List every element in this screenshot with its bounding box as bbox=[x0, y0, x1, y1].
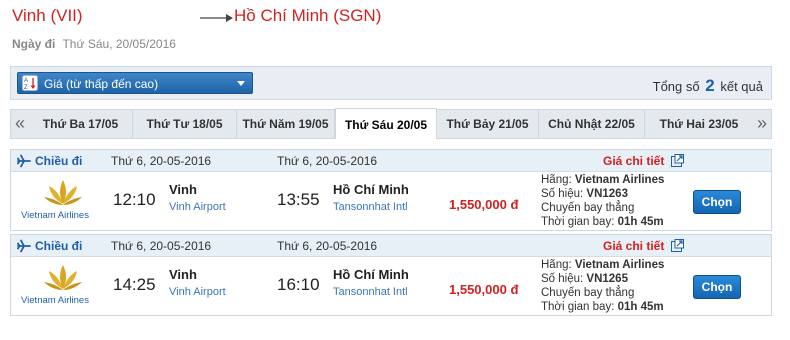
sort-bar: A Z Giá (từ thấp đến cao) Tổng số 2 kết … bbox=[10, 66, 772, 100]
tab-date-2105[interactable]: Thứ Bảy 21/05 bbox=[437, 110, 539, 138]
flight-result: Chiều đi Thứ 6, 20-05-2016 Thứ 6, 20-05-… bbox=[10, 149, 772, 231]
date-tabs: « Thứ Ba 17/05 Thứ Tư 18/05 Thứ Năm 19/0… bbox=[10, 108, 772, 139]
right-arrow-icon bbox=[200, 14, 233, 22]
flight-header: Chiều đi Thứ 6, 20-05-2016 Thứ 6, 20-05-… bbox=[11, 150, 771, 172]
arrive-time: 16:10 bbox=[277, 275, 320, 294]
tab-date-2005[interactable]: Thứ Sáu 20/05 bbox=[335, 108, 437, 139]
chevron-down-icon bbox=[237, 81, 245, 86]
sort-dropdown[interactable]: A Z Giá (từ thấp đến cao) bbox=[17, 72, 253, 94]
duration-label: Thời gian bay: bbox=[541, 301, 615, 313]
duration-value: 01h 45m bbox=[617, 216, 664, 228]
flight-header: Chiều đi Thứ 6, 20-05-2016 Thứ 6, 20-05-… bbox=[11, 235, 771, 257]
depart-date: Thứ 6, 20-05-2016 bbox=[111, 239, 212, 253]
sort-az-icon: A Z bbox=[22, 75, 38, 91]
svg-text:A: A bbox=[24, 78, 28, 84]
flight-number-label: Số hiệu: bbox=[541, 273, 584, 285]
fare-price: 1,550,000 đ bbox=[449, 197, 519, 212]
leg-label: Chiều đi bbox=[35, 239, 83, 253]
plane-icon bbox=[17, 239, 31, 253]
fare-price: 1,550,000 đ bbox=[449, 282, 519, 297]
airline-logo: Vietnam Airlines bbox=[21, 178, 105, 222]
flight-result: Chiều đi Thứ 6, 20-05-2016 Thứ 6, 20-05-… bbox=[10, 234, 772, 316]
duration-info: Thời gian bay: 01h 45m bbox=[541, 216, 664, 228]
tab-date-2305[interactable]: Thứ Hai 23/05 bbox=[645, 110, 753, 138]
tab-date-2205[interactable]: Chủ Nhật 22/05 bbox=[539, 110, 645, 138]
arrive-date: Thứ 6, 20-05-2016 bbox=[277, 239, 378, 253]
tab-date-1905[interactable]: Thứ Năm 19/05 bbox=[237, 110, 335, 138]
carrier-label: Hãng: bbox=[541, 174, 572, 186]
plane-icon bbox=[17, 154, 31, 168]
route-type: Chuyến bay thẳng bbox=[541, 287, 635, 299]
duration-info: Thời gian bay: 01h 45m bbox=[541, 301, 664, 313]
depart-airport[interactable]: Vinh Airport bbox=[169, 286, 226, 298]
flight-number-label: Số hiệu: bbox=[541, 188, 584, 200]
carrier-label: Hãng: bbox=[541, 259, 572, 271]
departure-date-line: Ngày đi Thứ Sáu, 20/05/2016 bbox=[12, 37, 176, 51]
arrive-date: Thứ 6, 20-05-2016 bbox=[277, 154, 378, 168]
duration-value: 01h 45m bbox=[617, 301, 664, 313]
external-link-icon[interactable] bbox=[671, 154, 684, 167]
route-header: Vinh (VII) Hồ Chí Minh (SGN) bbox=[12, 6, 512, 30]
select-flight-button[interactable]: Chọn bbox=[693, 275, 741, 299]
carrier-info: Hãng: Vietnam Airlines bbox=[541, 174, 664, 186]
carrier-value: Vietnam Airlines bbox=[574, 259, 665, 271]
airline-logo: Vietnam Airlines bbox=[21, 263, 105, 307]
arrive-time: 13:55 bbox=[277, 190, 320, 209]
carrier-info: Hãng: Vietnam Airlines bbox=[541, 259, 664, 271]
price-detail-link[interactable]: Giá chi tiết bbox=[603, 154, 664, 168]
departure-date-value: Thứ Sáu, 20/05/2016 bbox=[62, 37, 176, 51]
results-total-prefix: Tổng số bbox=[652, 79, 700, 94]
duration-label: Thời gian bay: bbox=[541, 216, 615, 228]
arrive-airport[interactable]: Tansonnhat Intl bbox=[333, 286, 408, 298]
depart-airport[interactable]: Vinh Airport bbox=[169, 201, 226, 213]
airline-logo-text: Vietnam Airlines bbox=[21, 210, 89, 221]
depart-city: Vinh bbox=[169, 182, 197, 197]
depart-city: Vinh bbox=[169, 267, 197, 282]
flight-number-info: Số hiệu: VN1263 bbox=[541, 188, 628, 200]
destination-city: Hồ Chí Minh (SGN) bbox=[234, 6, 382, 25]
arrive-city: Hồ Chí Minh bbox=[333, 267, 409, 282]
origin-city: Vinh (VII) bbox=[12, 6, 83, 25]
svg-text:Z: Z bbox=[24, 85, 28, 91]
tabs-next-button[interactable]: » bbox=[753, 110, 771, 138]
route-type: Chuyến bay thẳng bbox=[541, 202, 635, 214]
sort-dropdown-label: Giá (từ thấp đến cao) bbox=[44, 77, 159, 91]
flight-number-value: VN1263 bbox=[586, 188, 628, 200]
tab-date-1705[interactable]: Thứ Ba 17/05 bbox=[29, 110, 133, 138]
results-total-suffix: kết quả bbox=[720, 79, 763, 94]
flight-number-value: VN1265 bbox=[586, 273, 628, 285]
depart-date: Thứ 6, 20-05-2016 bbox=[111, 154, 212, 168]
arrive-city: Hồ Chí Minh bbox=[333, 182, 409, 197]
arrive-airport[interactable]: Tansonnhat Intl bbox=[333, 201, 408, 213]
leg-label: Chiều đi bbox=[35, 154, 83, 168]
tabs-prev-button[interactable]: « bbox=[11, 110, 29, 138]
depart-time: 12:10 bbox=[113, 190, 156, 209]
departure-date-label: Ngày đi bbox=[12, 37, 56, 51]
tab-date-1805[interactable]: Thứ Tư 18/05 bbox=[133, 110, 237, 138]
results-total-count: 2 bbox=[705, 76, 715, 95]
airline-logo-text: Vietnam Airlines bbox=[21, 295, 89, 306]
depart-time: 14:25 bbox=[113, 275, 156, 294]
price-detail-link[interactable]: Giá chi tiết bbox=[603, 239, 664, 253]
external-link-icon[interactable] bbox=[671, 239, 684, 252]
results-total: Tổng số 2 kết quả bbox=[653, 76, 763, 96]
flight-number-info: Số hiệu: VN1265 bbox=[541, 273, 628, 285]
lotus-logo-icon bbox=[44, 180, 82, 205]
lotus-logo-icon bbox=[44, 265, 82, 290]
select-flight-button[interactable]: Chọn bbox=[693, 190, 741, 214]
carrier-value: Vietnam Airlines bbox=[574, 174, 665, 186]
